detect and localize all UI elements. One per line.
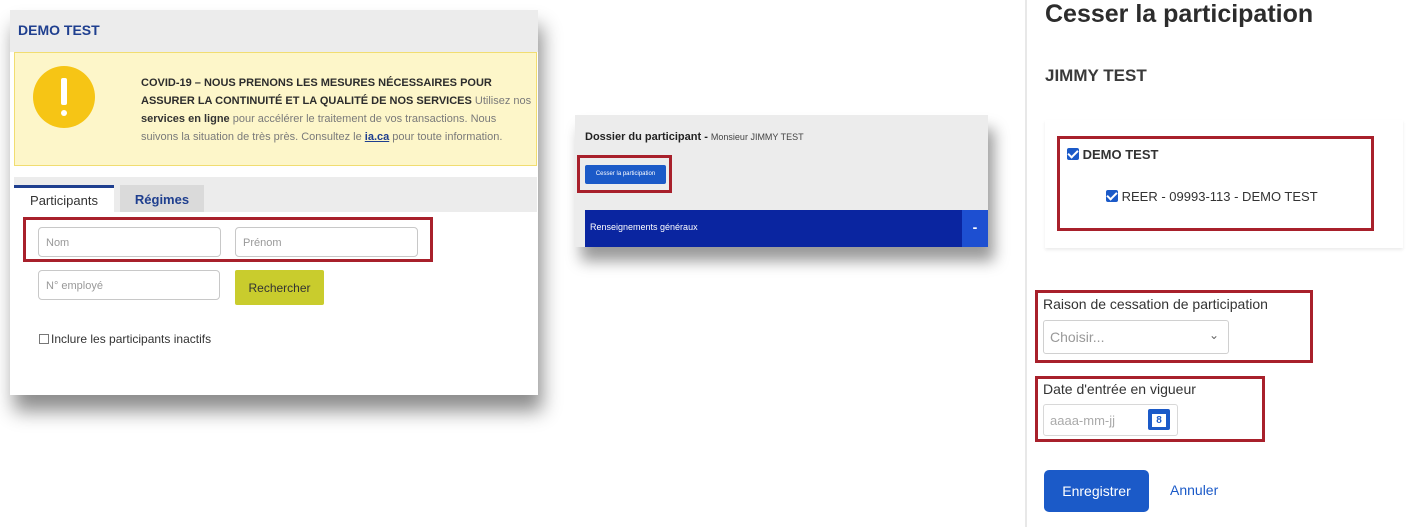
renseignements-section-header[interactable]: Renseignements généraux -: [585, 210, 988, 247]
save-button[interactable]: Enregistrer: [1044, 470, 1149, 512]
search-button[interactable]: Rechercher: [235, 270, 324, 305]
alert-text-1: Utilisez nos: [471, 95, 532, 107]
highlight-name-fields: [23, 217, 433, 262]
ia-link[interactable]: ia.ca: [365, 131, 389, 143]
section-label: Renseignements généraux: [590, 222, 698, 232]
services-link[interactable]: services en ligne: [141, 113, 230, 125]
dossier-title-main: Dossier du participant: [585, 131, 702, 143]
tab-participants[interactable]: Participants: [14, 185, 114, 212]
dossier-participant-name: Monsieur JIMMY TEST: [710, 132, 804, 142]
employee-number-input[interactable]: N° employé: [38, 270, 220, 300]
tab-bar: Participants Régimes: [14, 177, 537, 212]
tab-regimes[interactable]: Régimes: [120, 185, 204, 212]
dossier-title-separator: -: [701, 131, 711, 143]
highlight-date: [1035, 376, 1265, 442]
covid-alert: COVID-19 – NOUS PRENONS LES MESURES NÉCE…: [14, 52, 537, 166]
alert-text-3: pour toute information.: [389, 131, 503, 143]
exclamation-icon: [33, 66, 95, 128]
highlight-reason: [1035, 290, 1313, 363]
form-title: Cesser la participation: [1045, 0, 1314, 28]
collapse-toggle[interactable]: -: [962, 210, 988, 247]
dossier-title: Dossier du participant - Monsieur JIMMY …: [585, 131, 804, 143]
cancel-link[interactable]: Annuler: [1170, 482, 1218, 498]
include-inactive-row[interactable]: Inclure les participants inactifs: [39, 332, 211, 346]
panel-title-bar: DEMO TEST: [10, 10, 538, 52]
cessation-form-panel: Cesser la participation JIMMY TEST DEMO …: [1025, 0, 1418, 527]
highlight-plan-tree: [1057, 136, 1374, 231]
panel-title: DEMO TEST: [18, 22, 100, 38]
highlight-cesser-button: [577, 155, 672, 193]
include-inactive-label: Inclure les participants inactifs: [51, 332, 212, 346]
participant-name: JIMMY TEST: [1045, 66, 1147, 85]
participant-search-panel: DEMO TEST COVID-19 – NOUS PRENONS LES ME…: [10, 10, 538, 395]
include-inactive-checkbox[interactable]: [39, 334, 49, 344]
alert-text: COVID-19 – NOUS PRENONS LES MESURES NÉCE…: [141, 74, 536, 146]
alert-heading: COVID-19 – NOUS PRENONS LES MESURES NÉCE…: [141, 77, 492, 107]
